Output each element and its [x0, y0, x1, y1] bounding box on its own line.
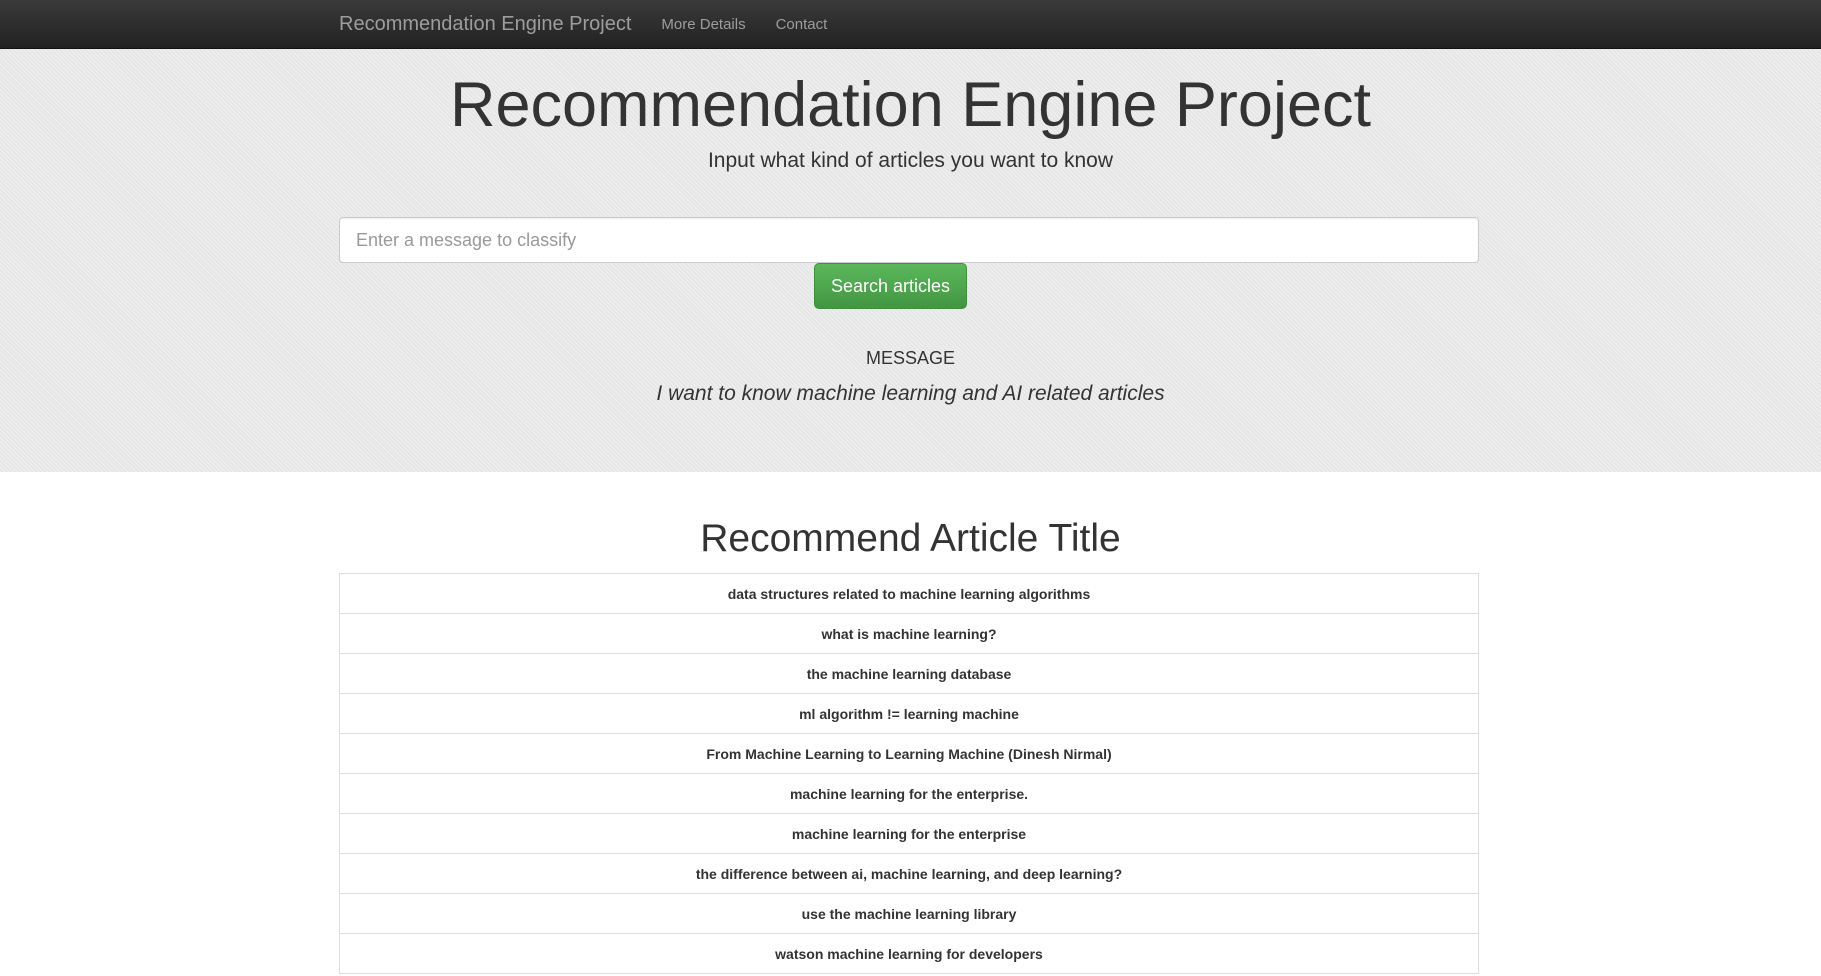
article-title-cell: the difference between ai, machine learn…: [339, 853, 1479, 894]
article-title-cell: From Machine Learning to Learning Machin…: [339, 733, 1479, 774]
table-row: watson machine learning for developers: [339, 933, 1479, 974]
navbar-container: Recommendation Engine Project More Detai…: [339, 0, 857, 48]
top-navbar: Recommendation Engine Project More Detai…: [0, 0, 1821, 49]
table-row: From Machine Learning to Learning Machin…: [339, 733, 1479, 774]
article-title-cell: ml algorithm != learning machine: [339, 693, 1479, 734]
article-title-cell: the machine learning database: [339, 653, 1479, 694]
nav-link-contact[interactable]: Contact: [776, 16, 828, 33]
hero-section: Recommendation Engine Project Input what…: [0, 49, 1821, 472]
table-row: data structures related to machine learn…: [339, 573, 1479, 614]
nav-link-more-details[interactable]: More Details: [661, 16, 745, 33]
navbar-brand-link[interactable]: Recommendation Engine Project: [339, 13, 631, 36]
article-title-cell: machine learning for the enterprise: [339, 813, 1479, 854]
table-row: use the machine learning library: [339, 893, 1479, 934]
search-articles-button[interactable]: Search articles: [814, 263, 967, 309]
page-subtitle: Input what kind of articles you want to …: [707, 149, 1114, 172]
table-row: machine learning for the enterprise.: [339, 773, 1479, 814]
article-title-cell: use the machine learning library: [339, 893, 1479, 934]
table-row: the machine learning database: [339, 653, 1479, 694]
message-label: MESSAGE: [865, 348, 956, 368]
article-title-cell: what is machine learning?: [339, 613, 1479, 654]
message-text: I want to know machine learning and AI r…: [656, 382, 1165, 405]
article-title-cell: watson machine learning for developers: [339, 933, 1479, 974]
table-row: the difference between ai, machine learn…: [339, 853, 1479, 894]
search-input[interactable]: [339, 217, 1479, 263]
article-title-cell: machine learning for the enterprise.: [339, 773, 1479, 814]
page-title: Recommendation Engine Project: [449, 70, 1371, 140]
table-row: ml algorithm != learning machine: [339, 693, 1479, 734]
table-row: machine learning for the enterprise: [339, 813, 1479, 854]
results-table: data structures related to machine learn…: [339, 573, 1479, 974]
results-title: Recommend Article Title: [700, 517, 1121, 560]
article-title-cell: data structures related to machine learn…: [339, 573, 1479, 614]
table-row: what is machine learning?: [339, 613, 1479, 654]
